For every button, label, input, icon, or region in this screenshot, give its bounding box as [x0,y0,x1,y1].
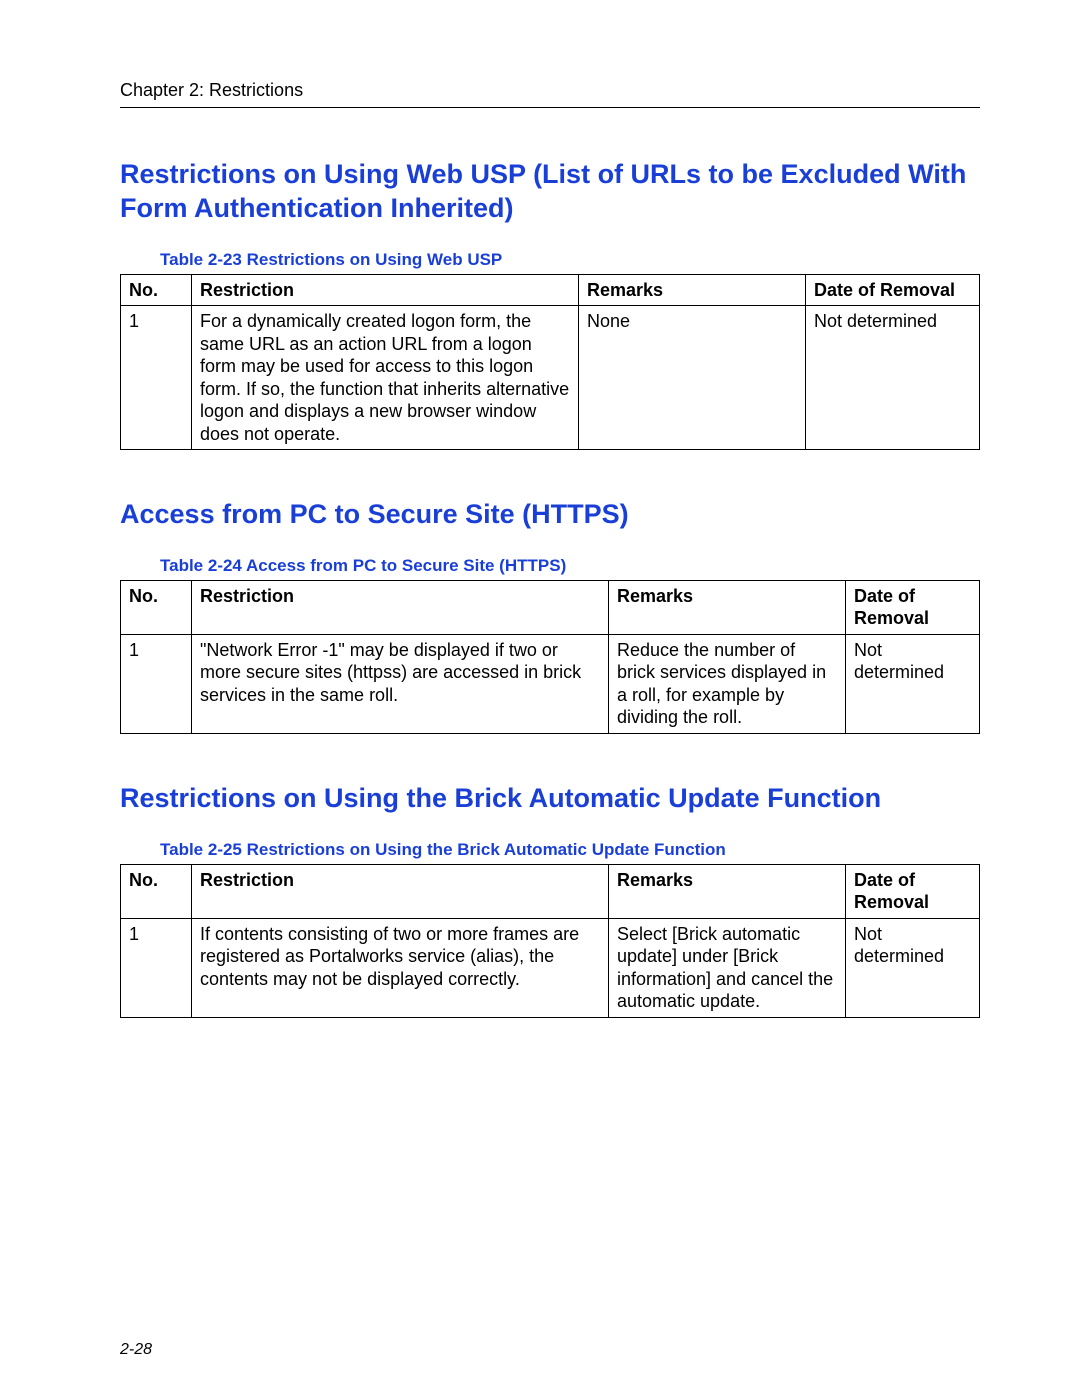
table-header-row: No. Restriction Remarks Date of Removal [121,274,980,306]
table-caption-2-24: Table 2-24 Access from PC to Secure Site… [160,556,980,576]
cell-restriction: "Network Error -1" may be displayed if t… [192,634,609,733]
col-header-date: Date of Removal [806,274,980,306]
col-header-date: Date of Removal [846,864,980,918]
table-2-25: No. Restriction Remarks Date of Removal … [120,864,980,1018]
table-header-row: No. Restriction Remarks Date of Removal [121,864,980,918]
col-header-remarks: Remarks [609,580,846,634]
cell-no: 1 [121,634,192,733]
cell-restriction: For a dynamically created logon form, th… [192,306,579,450]
table-row: 1 For a dynamically created logon form, … [121,306,980,450]
cell-remarks: Reduce the number of brick services disp… [609,634,846,733]
cell-date: Not determined [806,306,980,450]
cell-remarks: Select [Brick automatic update] under [B… [609,918,846,1017]
cell-date: Not determined [846,918,980,1017]
col-header-no: No. [121,864,192,918]
section-title-https: Access from PC to Secure Site (HTTPS) [120,498,980,532]
section-title-web-usp: Restrictions on Using Web USP (List of U… [120,158,980,226]
table-header-row: No. Restriction Remarks Date of Removal [121,580,980,634]
col-header-restriction: Restriction [192,274,579,306]
table-caption-2-25: Table 2-25 Restrictions on Using the Bri… [160,840,980,860]
cell-restriction: If contents consisting of two or more fr… [192,918,609,1017]
table-2-24: No. Restriction Remarks Date of Removal … [120,580,980,734]
chapter-header: Chapter 2: Restrictions [120,80,980,101]
col-header-remarks: Remarks [609,864,846,918]
table-row: 1 If contents consisting of two or more … [121,918,980,1017]
page-number: 2-28 [120,1341,152,1359]
col-header-restriction: Restriction [192,580,609,634]
table-2-23: No. Restriction Remarks Date of Removal … [120,274,980,451]
col-header-date: Date of Removal [846,580,980,634]
section-title-brick-update: Restrictions on Using the Brick Automati… [120,782,980,816]
cell-no: 1 [121,918,192,1017]
cell-remarks: None [579,306,806,450]
document-page: Chapter 2: Restrictions Restrictions on … [0,0,1080,1397]
header-rule [120,107,980,108]
col-header-restriction: Restriction [192,864,609,918]
table-caption-2-23: Table 2-23 Restrictions on Using Web USP [160,250,980,270]
cell-no: 1 [121,306,192,450]
col-header-remarks: Remarks [579,274,806,306]
cell-date: Not determined [846,634,980,733]
table-row: 1 "Network Error -1" may be displayed if… [121,634,980,733]
col-header-no: No. [121,274,192,306]
col-header-no: No. [121,580,192,634]
